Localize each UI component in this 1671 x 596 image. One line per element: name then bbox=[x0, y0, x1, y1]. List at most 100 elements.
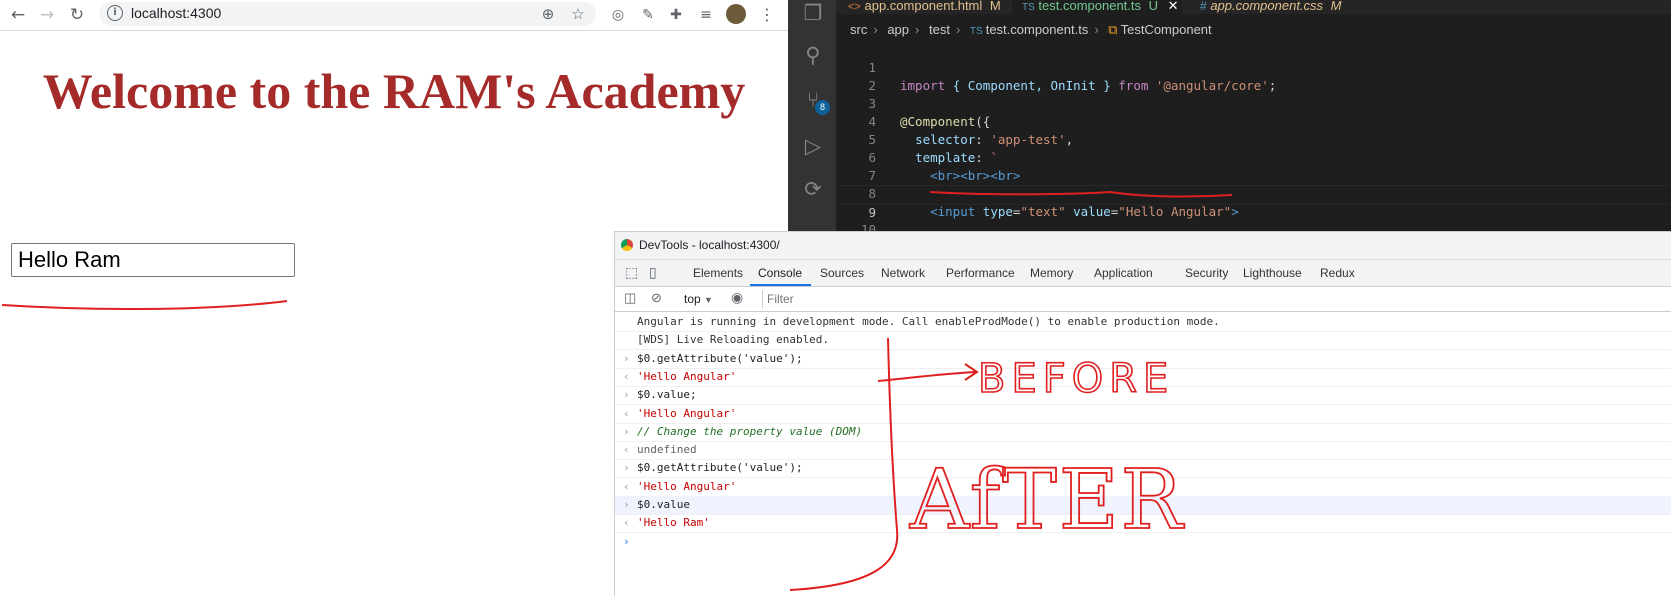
color-picker-icon[interactable]: ✎ bbox=[637, 4, 659, 26]
typescript-file-icon: TS bbox=[969, 26, 983, 37]
reload-icon[interactable]: ↻ bbox=[66, 4, 88, 26]
console-text: $0.getAttribute('value'); bbox=[637, 351, 803, 365]
breadcrumb: src › app › test › TS test.component.ts › ⧉ Te… bbox=[850, 22, 1218, 38]
console-text: $0.value; bbox=[637, 388, 697, 402]
address-url: localhost:4300 bbox=[131, 5, 222, 21]
explorer-icon[interactable]: ❐ bbox=[800, 0, 826, 26]
tab-app-component-css[interactable]: # app.component.css M bbox=[1200, 0, 1342, 14]
tab-performance[interactable]: Performance bbox=[946, 266, 1015, 280]
prompt-caret-icon: › bbox=[623, 534, 630, 548]
breadcrumb-item[interactable]: app bbox=[887, 22, 909, 37]
console-line[interactable]: ‹ 'Hello Ram' bbox=[615, 514, 1671, 534]
tab-memory[interactable]: Memory bbox=[1030, 266, 1073, 280]
address-bar[interactable]: i localhost:4300 ⊕ ☆ bbox=[99, 2, 596, 26]
code-line[interactable]: 3 @Component({ bbox=[836, 77, 1671, 129]
extensions-puzzle-icon[interactable]: ✚ bbox=[665, 4, 687, 26]
result-arrow-icon: ‹ bbox=[623, 369, 630, 383]
input-prompt-icon: › bbox=[623, 424, 630, 438]
device-toolbar-icon[interactable]: ▯ bbox=[649, 264, 657, 281]
tab-status-marker: M bbox=[1330, 0, 1342, 13]
css-file-icon: # bbox=[1200, 0, 1207, 13]
code-line[interactable]: 6 <br><br><br> bbox=[836, 131, 1671, 183]
console-line[interactable]: Angular is running in development mode. … bbox=[615, 313, 1671, 332]
bookmark-star-icon[interactable]: ☆ bbox=[567, 3, 589, 25]
chevron-right-icon: › bbox=[955, 22, 961, 37]
input-prompt-icon: › bbox=[623, 461, 630, 475]
dropdown-arrow-icon: ▼ bbox=[704, 295, 713, 305]
breadcrumb-item[interactable]: test.component.ts bbox=[986, 22, 1089, 37]
console-filter-input[interactable] bbox=[762, 290, 1671, 308]
tab-application[interactable]: Application bbox=[1094, 266, 1153, 280]
zoom-icon[interactable]: ⊕ bbox=[537, 3, 559, 25]
result-arrow-icon: ‹ bbox=[623, 443, 630, 457]
breadcrumb-item[interactable]: src bbox=[850, 22, 867, 37]
tab-console[interactable]: Console bbox=[758, 266, 802, 280]
context-selector[interactable]: top ▼ bbox=[684, 292, 713, 306]
console-line[interactable]: › $0.getAttribute('value'); bbox=[615, 350, 1671, 369]
close-icon[interactable]: ✕ bbox=[1168, 0, 1179, 13]
console-line[interactable]: › $0.value bbox=[615, 496, 1671, 515]
tab-elements[interactable]: Elements bbox=[693, 266, 743, 280]
console-line[interactable]: [WDS] Live Reloading enabled. bbox=[615, 331, 1671, 351]
tab-network[interactable]: Network bbox=[881, 266, 925, 280]
console-text: 'Hello Angular' bbox=[637, 479, 737, 493]
code-line[interactable]: 10 `, bbox=[836, 203, 1671, 255]
console-toolbar: ◫ ⊘ top ▼ ◉ bbox=[615, 287, 1671, 312]
code-line[interactable]: 1 import { Component, OnInit } from '@an… bbox=[836, 41, 1671, 93]
console-text: Angular is running in development mode. … bbox=[637, 315, 1220, 328]
breadcrumb-item[interactable]: test bbox=[929, 22, 950, 37]
site-info-icon[interactable]: i bbox=[107, 5, 123, 21]
sidebar-toggle-icon[interactable]: ◫ bbox=[624, 290, 636, 306]
devtools-tabs: ⬚ ▯ Elements Console Sources Network Per… bbox=[615, 260, 1671, 287]
more-menu-icon[interactable]: ⋮ bbox=[756, 4, 778, 26]
console-line[interactable]: › // Change the property value (DOM) bbox=[615, 423, 1671, 442]
console-text: $0.getAttribute('value'); bbox=[637, 461, 803, 475]
back-arrow-icon[interactable]: ← bbox=[7, 4, 29, 26]
console-line[interactable]: ‹ 'Hello Angular' bbox=[615, 368, 1671, 387]
tab-test-component-ts[interactable]: TS test.component.ts U ✕ bbox=[1012, 0, 1182, 14]
console-line[interactable]: ‹ 'Hello Angular' bbox=[615, 405, 1671, 424]
console-line[interactable]: › $0.value; bbox=[615, 386, 1671, 406]
code-line[interactable]: 4 selector: 'app-test', bbox=[836, 95, 1671, 147]
console-line[interactable]: ‹ undefined bbox=[615, 441, 1671, 461]
code-line[interactable]: 7 bbox=[836, 149, 1671, 183]
remote-explorer-icon[interactable]: ⟳ bbox=[800, 176, 826, 202]
console-line[interactable]: ‹ 'Hello Angular' bbox=[615, 478, 1671, 497]
code-line[interactable]: 5 template: ` bbox=[836, 113, 1671, 165]
run-debug-icon[interactable]: ▷ bbox=[800, 133, 826, 159]
profile-avatar[interactable] bbox=[726, 4, 746, 24]
hello-text-input[interactable] bbox=[11, 243, 295, 277]
chevron-right-icon: › bbox=[915, 22, 920, 37]
tab-security[interactable]: Security bbox=[1185, 266, 1228, 280]
chevron-right-icon: › bbox=[1094, 22, 1099, 37]
tab-sources[interactable]: Sources bbox=[820, 266, 864, 280]
console-prompt[interactable]: › bbox=[615, 533, 1671, 551]
result-arrow-icon: ‹ bbox=[623, 406, 630, 420]
forward-arrow-icon[interactable]: → bbox=[36, 4, 58, 26]
console-text: // Change the property value (DOM) bbox=[637, 424, 863, 438]
active-tab-indicator bbox=[750, 284, 811, 286]
clear-console-icon[interactable]: ⊘ bbox=[651, 290, 662, 306]
tab-redux[interactable]: Redux bbox=[1320, 266, 1355, 280]
code-line[interactable]: 2 bbox=[836, 59, 1671, 93]
search-icon[interactable]: ⚲ bbox=[800, 42, 826, 68]
code-line-current[interactable]: 9 bbox=[836, 185, 1671, 220]
tab-label: app.component.html bbox=[864, 0, 983, 13]
class-symbol-icon: ⧉ bbox=[1108, 22, 1118, 37]
browser-toolbar: ← → ↻ i localhost:4300 ⊕ ☆ ◎ ✎ ✚ ≡ ⋮ bbox=[0, 0, 788, 31]
input-prompt-icon: › bbox=[623, 498, 630, 511]
media-queue-icon[interactable]: ≡ bbox=[695, 4, 717, 26]
console-line[interactable]: › $0.getAttribute('value'); bbox=[615, 459, 1671, 479]
extension-circle-icon[interactable]: ◎ bbox=[607, 4, 629, 26]
code-line[interactable]: 8 <input type="text" value="Hello Angula… bbox=[836, 167, 1671, 219]
tab-lighthouse[interactable]: Lighthouse bbox=[1243, 266, 1302, 280]
inspect-element-icon[interactable]: ⬚ bbox=[625, 264, 638, 281]
breadcrumb-item[interactable]: TestComponent bbox=[1121, 22, 1212, 37]
tab-status-marker: M bbox=[989, 0, 1001, 13]
live-expression-eye-icon[interactable]: ◉ bbox=[731, 289, 743, 306]
tab-label: app.component.css bbox=[1210, 0, 1324, 13]
console-text: $0.value bbox=[637, 498, 690, 511]
tab-app-component-html[interactable]: <> app.component.html M bbox=[848, 0, 1001, 14]
console-text: 'Hello Ram' bbox=[637, 516, 710, 530]
result-arrow-icon: ‹ bbox=[623, 516, 630, 530]
